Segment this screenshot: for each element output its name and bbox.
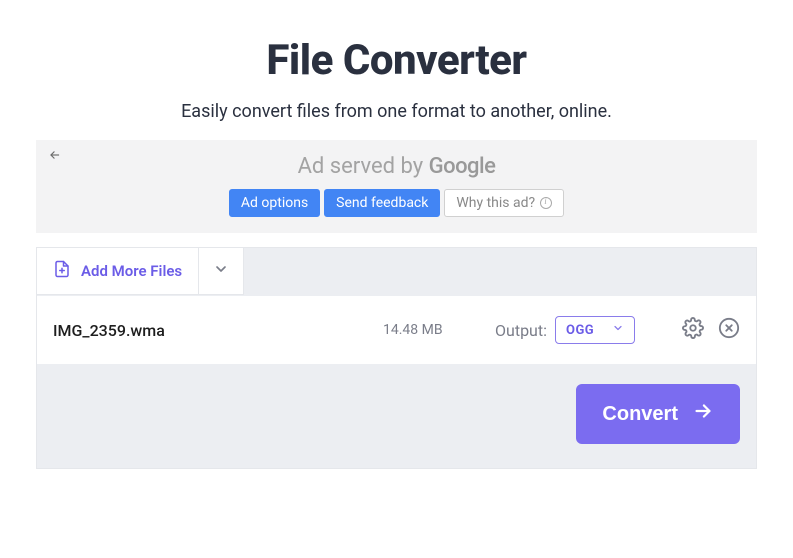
add-more-label: Add More Files bbox=[81, 262, 182, 280]
ad-feedback-button[interactable]: Send feedback bbox=[324, 189, 440, 217]
toolbar: Add More Files bbox=[37, 248, 756, 295]
file-size: 14.48 MB bbox=[383, 322, 473, 338]
page-title: File Converter bbox=[0, 36, 793, 85]
add-more-files-button[interactable]: Add More Files bbox=[37, 248, 199, 295]
gear-icon bbox=[682, 317, 704, 343]
arrow-right-icon bbox=[692, 400, 714, 428]
panel-footer: Convert bbox=[37, 364, 756, 468]
chevron-down-icon bbox=[612, 322, 624, 338]
convert-label: Convert bbox=[602, 403, 678, 426]
file-name: IMG_2359.wma bbox=[53, 321, 383, 340]
ad-why-button[interactable]: Why this ad? bbox=[444, 189, 564, 217]
remove-file-button[interactable] bbox=[718, 317, 740, 343]
close-circle-icon bbox=[718, 317, 740, 343]
ad-served-text: Ad served by Google bbox=[50, 154, 743, 179]
chevron-down-icon bbox=[213, 261, 229, 281]
ad-back-arrow-icon[interactable] bbox=[46, 146, 64, 168]
ad-block: Ad served by Google Ad options Send feed… bbox=[36, 140, 757, 233]
converter-panel: Add More Files IMG_2359.wma 14.48 MB Out… bbox=[36, 247, 757, 469]
ad-why-label: Why this ad? bbox=[456, 195, 535, 211]
settings-button[interactable] bbox=[682, 317, 704, 343]
output-format-select[interactable]: OGG bbox=[555, 316, 635, 344]
page-subtitle: Easily convert files from one format to … bbox=[0, 101, 793, 122]
output-label: Output: bbox=[495, 321, 547, 340]
add-more-dropdown-button[interactable] bbox=[199, 248, 244, 295]
output-value: OGG bbox=[566, 323, 594, 338]
ad-served-brand: Google bbox=[429, 154, 496, 179]
info-icon bbox=[540, 197, 552, 209]
file-row: IMG_2359.wma 14.48 MB Output: OGG bbox=[37, 295, 756, 364]
ad-served-prefix: Ad served by bbox=[298, 154, 429, 179]
convert-button[interactable]: Convert bbox=[576, 384, 740, 444]
ad-options-button[interactable]: Ad options bbox=[229, 189, 320, 217]
add-file-icon bbox=[53, 260, 71, 282]
